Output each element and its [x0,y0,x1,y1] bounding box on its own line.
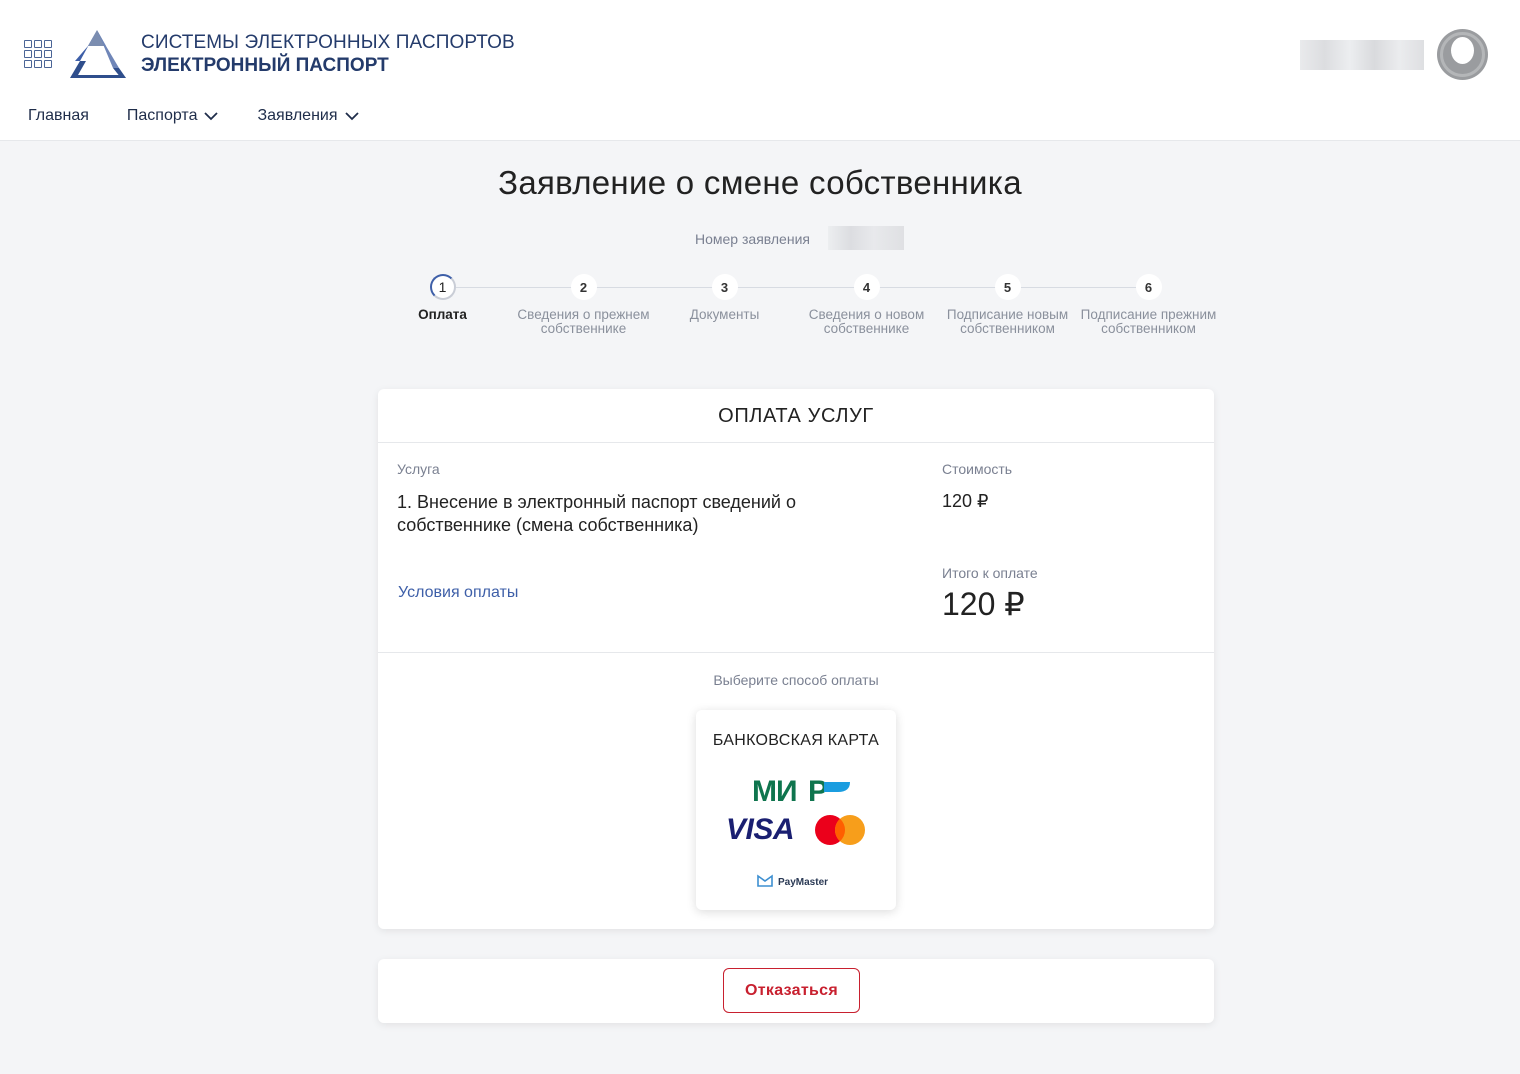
payment-terms-link[interactable]: Условия оплаты [398,584,518,602]
nav-home[interactable]: Главная [28,104,89,128]
application-number-redacted [828,226,904,250]
cost-value: 120 ₽ [942,491,989,511]
mir-logo-icon: МИ Р [752,775,850,806]
service-label: Услуга [397,461,440,477]
step-number: 6 [1135,274,1162,300]
step-number: 5 [994,274,1021,300]
visa-logo: VISA [726,813,795,846]
svg-text:PayMaster: PayMaster [778,877,828,888]
chevron-down-icon [344,112,359,121]
total-value: 120 ₽ [942,586,1025,622]
user-name-redacted [1300,40,1424,70]
payment-card-header: ОПЛАТА УСЛУГ [378,389,1214,443]
step-label: Документы [689,307,760,322]
apps-grid-icon[interactable] [24,40,54,70]
chevron-down-icon [204,112,219,121]
payment-card: ОПЛАТА УСЛУГ Услуга 1. Внесение в электр… [378,389,1214,929]
divider [378,652,1214,653]
brand-line-2: ЭЛЕКТРОННЫЙ ПАСПОРТ [141,55,389,76]
svg-text:МИ: МИ [752,775,797,806]
actions-card: Отказаться [378,959,1214,1023]
main-nav: Главная Паспорта Заявления [28,104,360,128]
step-new-owner[interactable]: 4 Сведения о новом собственнике [796,274,937,336]
step-label: Сведения о прежнем собственнике [517,307,650,336]
step-label: Подписание прежним собственником [1080,307,1217,336]
nav-passports[interactable]: Паспорта [127,104,220,128]
step-label: Подписание новым собственником [946,307,1069,336]
step-documents[interactable]: 3 Документы [654,274,795,322]
brand-line-1: СИСТЕМЫ ЭЛЕКТРОННЫХ ПАСПОРТОВ [141,32,515,53]
cancel-button[interactable]: Отказаться [723,968,860,1013]
choose-payment-method-label: Выберите способ оплаты [713,672,879,688]
bank-card-payment-option[interactable]: БАНКОВСКАЯ КАРТА МИ Р VISA PayMaster [696,710,896,910]
payment-method-title: БАНКОВСКАЯ КАРТА [712,732,880,749]
step-label: Сведения о новом собственнике [808,307,925,336]
app-header: СИСТЕМЫ ЭЛЕКТРОННЫХ ПАСПОРТОВ ЭЛЕКТРОННЫ… [0,0,1520,141]
step-number: 3 [711,274,738,300]
application-number-label: Номер заявления [695,231,810,247]
user-avatar[interactable] [1437,29,1488,80]
step-number: 4 [853,274,880,300]
nav-home-label: Главная [28,107,89,124]
step-sign-new-owner[interactable]: 5 Подписание новым собственником [937,274,1078,336]
cost-label: Стоимость [942,461,1013,477]
nav-passports-label: Паспорта [126,107,198,124]
step-sign-previous-owner[interactable]: 6 Подписание прежним собственником [1078,274,1219,336]
brand-title: СИСТЕМЫ ЭЛЕКТРОННЫХ ПАСПОРТОВ ЭЛЕКТРОННЫ… [141,32,515,78]
step-number: 2 [570,274,597,300]
step-previous-owner[interactable]: 2 Сведения о прежнем собственнике [513,274,654,336]
step-number: 1 [429,274,456,300]
page-title: Заявление о смене собственника [498,164,1022,201]
service-description: 1. Внесение в электронный паспорт сведен… [397,492,796,535]
step-label: Оплата [418,307,467,322]
nav-applications-label: Заявления [257,107,338,124]
progress-stepper: 1 Оплата 2 Сведения о прежнем собственни… [372,274,1220,364]
mastercard-logo-icon [815,815,865,845]
total-label: Итого к оплате [942,565,1038,581]
nav-applications[interactable]: Заявления [257,104,359,128]
paymaster-logo-icon: PayMaster [757,874,828,888]
brand-logo-icon [70,30,126,78]
step-payment[interactable]: 1 Оплата [372,274,513,322]
